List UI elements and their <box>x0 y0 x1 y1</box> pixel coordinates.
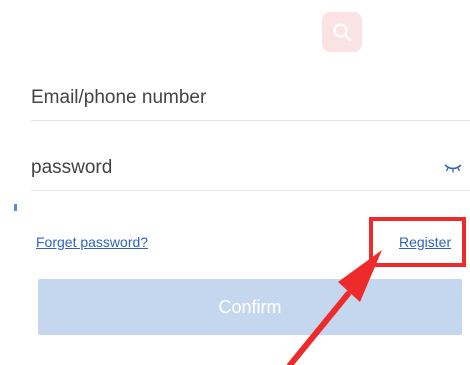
email-input[interactable] <box>31 87 411 109</box>
forget-password-link[interactable]: Forget password? <box>36 234 148 250</box>
app-logo <box>322 12 362 52</box>
search-icon <box>333 23 351 41</box>
confirm-button[interactable]: Confirm <box>38 279 462 335</box>
password-input[interactable] <box>31 157 411 179</box>
password-field-row <box>31 146 470 191</box>
eye-closed-icon <box>444 164 462 173</box>
edge-mark <box>14 204 17 211</box>
annotation-highlight-box <box>369 217 466 267</box>
login-screen: Forget password? Register Confirm <box>0 0 470 365</box>
email-field-row <box>31 76 470 121</box>
password-visibility-toggle[interactable] <box>444 162 462 174</box>
